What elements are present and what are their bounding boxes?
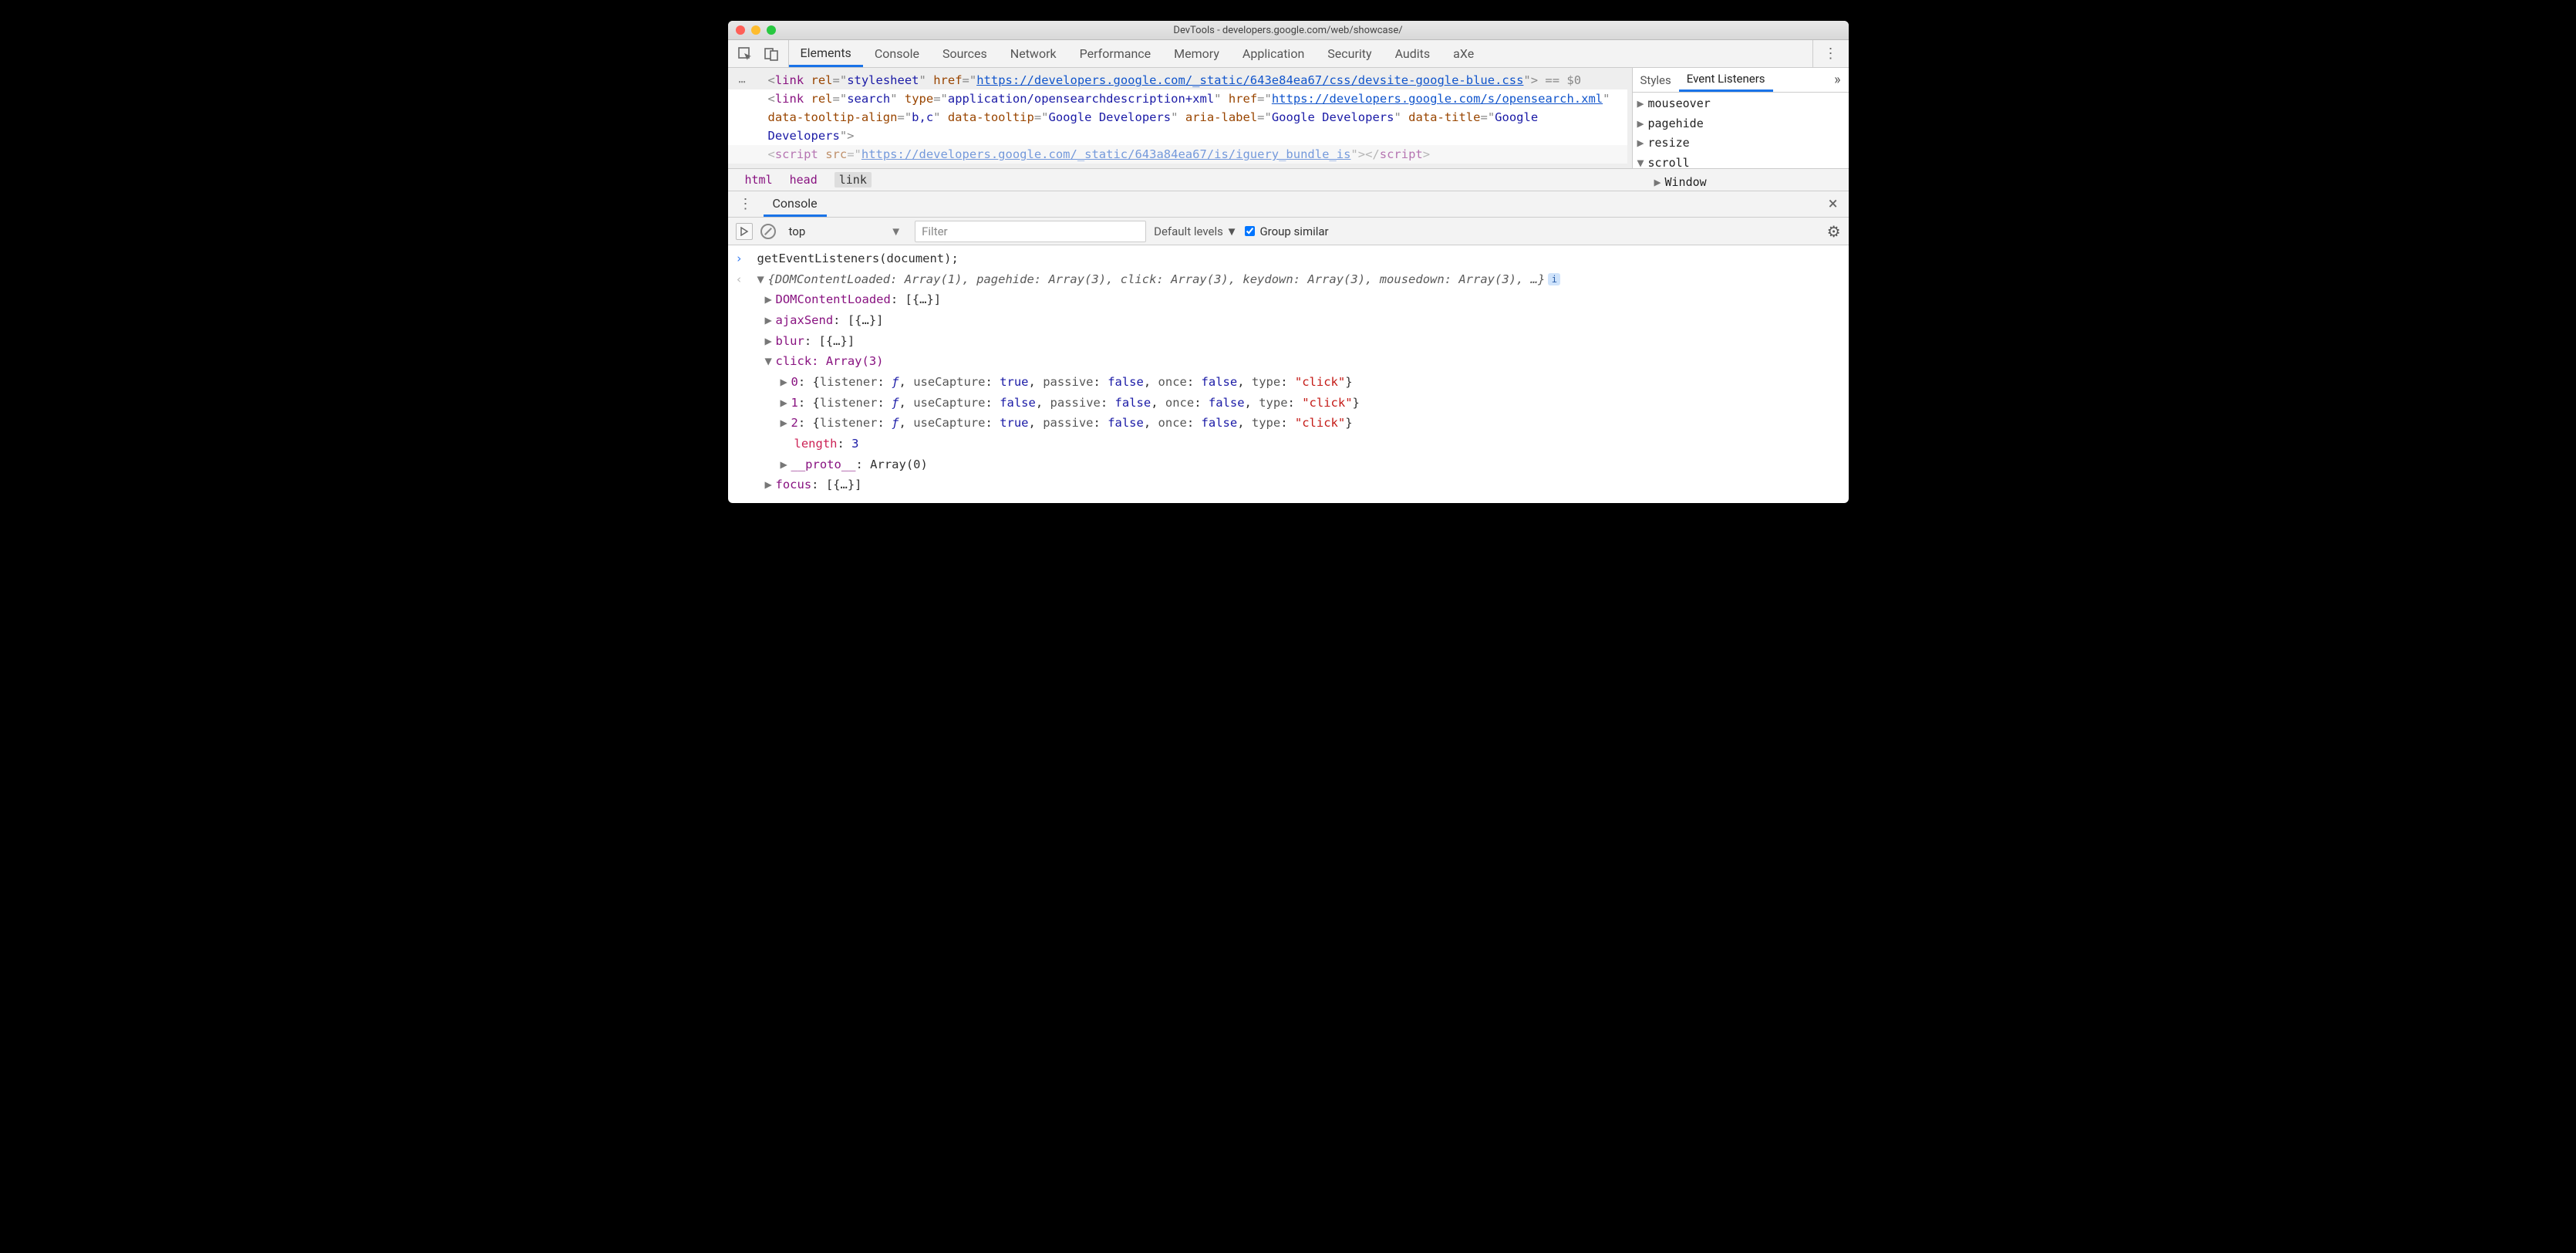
- main-split: ⋯ <link rel="stylesheet" href="https://d…: [728, 68, 1849, 168]
- context-selector[interactable]: top▼: [784, 222, 908, 241]
- zoom-window-button[interactable]: [767, 25, 776, 35]
- execution-context-icon[interactable]: [736, 223, 753, 240]
- device-toolbar-icon[interactable]: [764, 46, 779, 62]
- drawer-menu-icon[interactable]: ⋮: [728, 196, 764, 212]
- event-row[interactable]: ▼scroll: [1637, 154, 1844, 174]
- console-input-line: getEventListeners(document);: [757, 252, 959, 265]
- tab-styles[interactable]: Styles: [1633, 68, 1679, 92]
- console-output[interactable]: › getEventListeners(document); ‹ ▼{DOMCo…: [728, 245, 1849, 503]
- devtools-window: DevTools - developers.google.com/web/sho…: [728, 21, 1849, 503]
- array-item[interactable]: ▶0: {listener: ƒ, useCapture: true, pass…: [736, 372, 1841, 393]
- tab-network[interactable]: Network: [999, 40, 1068, 67]
- inspect-element-icon[interactable]: [737, 46, 753, 62]
- tab-event-listeners[interactable]: Event Listeners: [1679, 68, 1773, 92]
- event-target-row[interactable]: ▶Window: [1637, 173, 1844, 193]
- clear-console-icon[interactable]: [760, 224, 776, 239]
- collapse-icon[interactable]: ⋯: [739, 73, 747, 91]
- sidebar-tabs: Styles Event Listeners »: [1633, 68, 1849, 93]
- tab-memory[interactable]: Memory: [1162, 40, 1231, 67]
- breadcrumb-item[interactable]: head: [790, 173, 818, 187]
- window-title: DevTools - developers.google.com/web/sho…: [728, 25, 1849, 36]
- tab-sources[interactable]: Sources: [931, 40, 999, 67]
- selected-node-marker: == $0: [1538, 73, 1581, 87]
- result-row[interactable]: ▶DOMContentLoaded: [{…}]: [736, 289, 1841, 310]
- group-similar-input[interactable]: [1245, 226, 1255, 236]
- tab-audits[interactable]: Audits: [1384, 40, 1442, 67]
- more-options-icon[interactable]: ⋮: [1812, 40, 1849, 67]
- settings-icon[interactable]: ⚙: [1827, 222, 1841, 241]
- tab-axe[interactable]: aXe: [1441, 40, 1485, 67]
- group-similar-checkbox[interactable]: Group similar: [1245, 225, 1328, 238]
- breadcrumb-item[interactable]: html: [745, 173, 773, 187]
- tab-elements[interactable]: Elements: [789, 40, 863, 67]
- window-controls: [736, 25, 776, 35]
- log-levels-selector[interactable]: Default levels ▼: [1154, 225, 1237, 238]
- group-similar-label: Group similar: [1259, 225, 1328, 238]
- length-row: length: 3: [736, 434, 1841, 454]
- array-item[interactable]: ▶1: {listener: ƒ, useCapture: false, pas…: [736, 393, 1841, 414]
- context-label: top: [789, 225, 806, 238]
- console-toolbar: top▼ Filter Default levels ▼ Group simil…: [728, 218, 1849, 245]
- drawer-tab-console[interactable]: Console: [764, 191, 827, 217]
- more-tabs-icon[interactable]: »: [1826, 72, 1848, 88]
- array-item[interactable]: ▶2: {listener: ƒ, useCapture: true, pass…: [736, 413, 1841, 434]
- tab-security[interactable]: Security: [1316, 40, 1383, 67]
- result-summary: {DOMContentLoaded: Array(1), pagehide: A…: [768, 272, 1546, 286]
- close-drawer-icon[interactable]: ×: [1818, 194, 1849, 214]
- close-window-button[interactable]: [736, 25, 745, 35]
- elements-source[interactable]: ⋯ <link rel="stylesheet" href="https://d…: [728, 68, 1632, 168]
- minimize-window-button[interactable]: [751, 25, 760, 35]
- attr-href-link[interactable]: https://developers.google.com/_static/64…: [976, 73, 1523, 87]
- result-row[interactable]: ▶ajaxSend: [{…}]: [736, 310, 1841, 331]
- breadcrumb-item[interactable]: link: [835, 172, 872, 187]
- proto-row[interactable]: ▶__proto__: Array(0): [736, 454, 1841, 475]
- tab-performance[interactable]: Performance: [1068, 40, 1163, 67]
- result-row[interactable]: ▼click: Array(3): [736, 351, 1841, 372]
- event-listeners-list: ▶mouseover ▶pagehide ▶resize ▼scroll ▶Wi…: [1633, 93, 1849, 194]
- filter-input[interactable]: Filter: [915, 221, 1146, 242]
- attr-rel: stylesheet: [847, 73, 919, 87]
- titlebar: DevTools - developers.google.com/web/sho…: [728, 21, 1849, 40]
- info-badge-icon[interactable]: i: [1548, 273, 1560, 285]
- tab-console[interactable]: Console: [863, 40, 931, 67]
- event-row[interactable]: ▶pagehide: [1637, 114, 1844, 134]
- drawer-tabbar: ⋮ Console ×: [728, 191, 1849, 218]
- result-row[interactable]: ▶blur: [{…}]: [736, 331, 1841, 352]
- sidebar: Styles Event Listeners » ▶mouseover ▶pag…: [1632, 68, 1849, 168]
- event-row[interactable]: ▶resize: [1637, 133, 1844, 154]
- event-row[interactable]: ▶mouseover: [1637, 94, 1844, 114]
- inspect-tools: [728, 40, 789, 67]
- result-row[interactable]: ▶focus: [{…}]: [736, 475, 1841, 495]
- main-tabbar: Elements Console Sources Network Perform…: [728, 40, 1849, 68]
- tab-application[interactable]: Application: [1231, 40, 1316, 67]
